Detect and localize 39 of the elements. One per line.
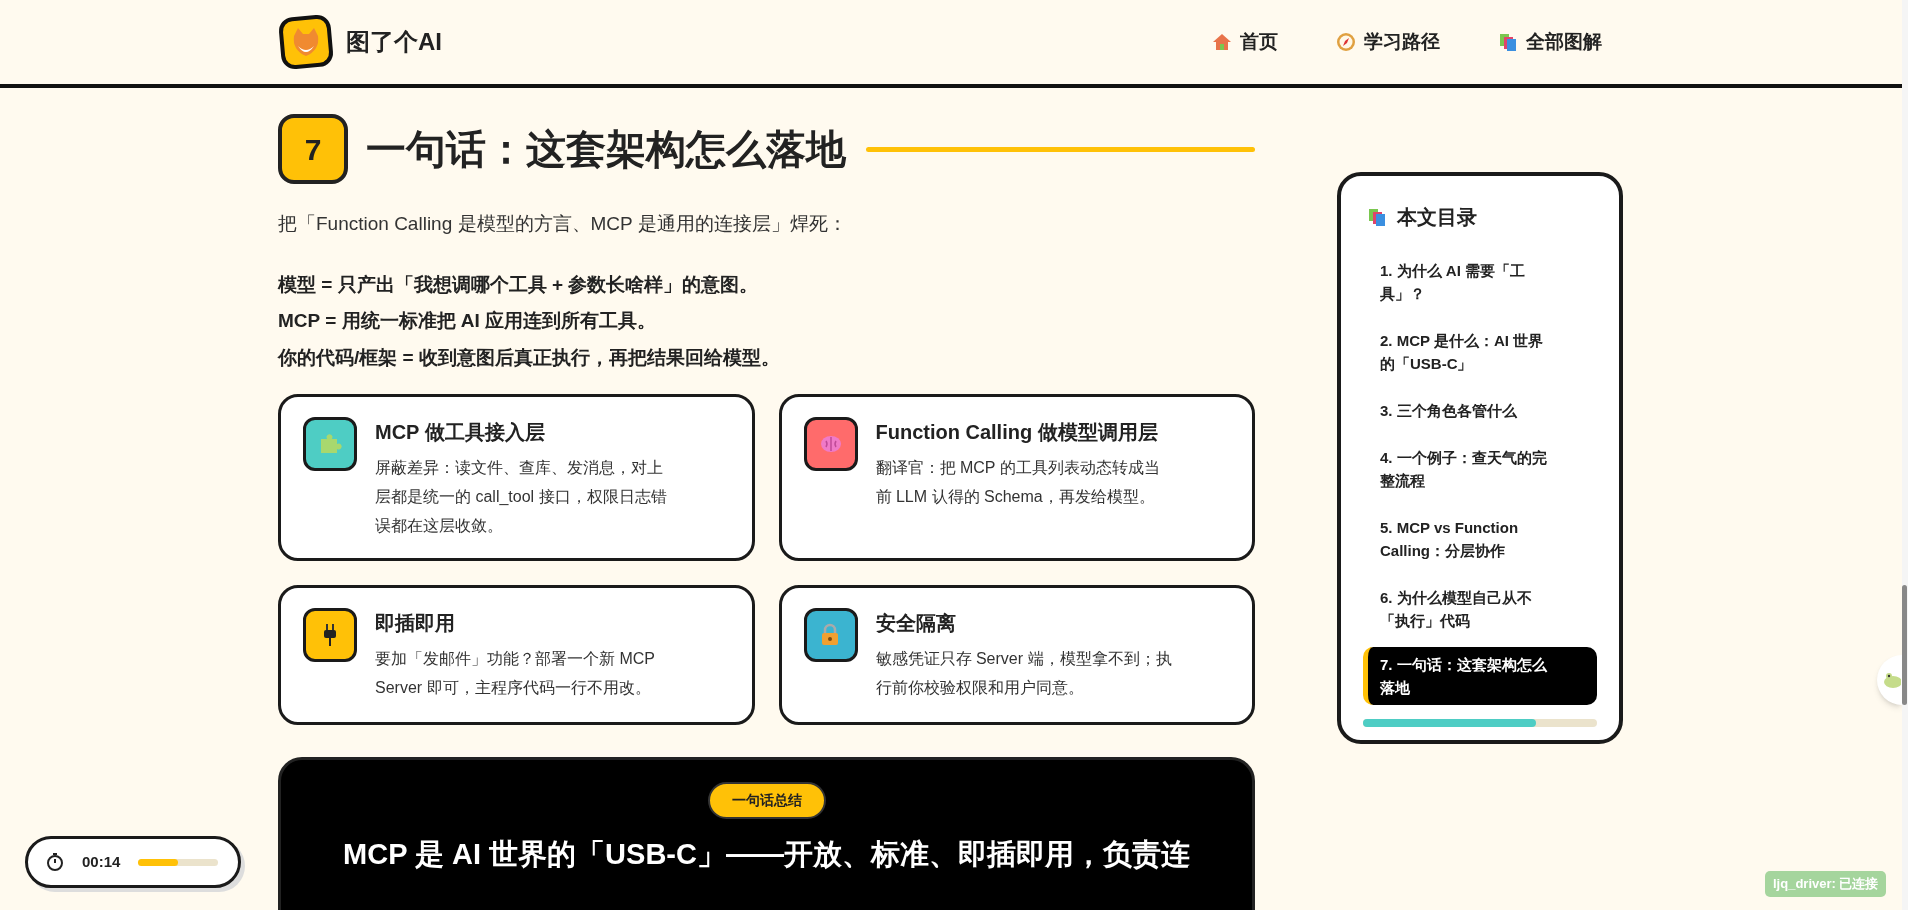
intro-text: 把「Function Calling 是模型的方言、MCP 是通用的连接层」焊死：	[278, 212, 848, 236]
nav-link[interactable]: 学习路径	[1336, 27, 1440, 57]
books-icon	[1367, 207, 1387, 227]
card-text: 敏感凭证只存 Server 端，模型拿不到；执行前你校验权限和用户同意。	[875, 649, 1173, 698]
key-point: MCP = 用统一标准把 AI 应用连到所有工具。	[278, 309, 658, 333]
timer-text: 00:14	[82, 851, 121, 872]
card-title: 即插即用	[375, 611, 456, 636]
compass-icon	[1336, 32, 1356, 52]
toc-link[interactable]: 4. 一个例子：查天气的完整流程	[1363, 437, 1597, 501]
toc-link[interactable]: 6. 为什么模型自己从不「执行」代码	[1363, 577, 1597, 641]
scrollbar-thumb[interactable]	[1902, 585, 1907, 705]
toc-link[interactable]: 1. 为什么 AI 需要「工具」？	[1363, 250, 1597, 314]
card-title: MCP 做工具接入层	[375, 420, 546, 445]
mascot-button[interactable]	[1877, 655, 1902, 705]
summary-text: MCP 是 AI 世界的「USB-C」——开放、标准、即插即用，负责连	[343, 837, 1190, 872]
toc-link[interactable]: 7. 一句话：这套架构怎么落地	[1363, 647, 1597, 705]
toc-link[interactable]: 3. 三个角色各管什么	[1363, 390, 1597, 431]
section-title: 一句话：这套架构怎么落地	[366, 126, 846, 173]
key-point: 模型 = 只产出「我想调哪个工具 + 参数长啥样」的意图。	[278, 272, 760, 297]
toc-link[interactable]: 5. MCP vs Function Calling：分层协作	[1363, 507, 1597, 571]
card-text: 翻译官：把 MCP 的工具列表动态转成当前 LLM 认得的 Schema，再发给模型。	[875, 458, 1161, 507]
toc-link[interactable]: 2. MCP 是什么：AI 世界的「USB-C」	[1363, 320, 1597, 384]
frog-icon	[1883, 672, 1901, 688]
nav-link[interactable]: 首页	[1212, 27, 1278, 57]
logo-icon	[278, 14, 334, 70]
toc-title: 本文目录	[1397, 205, 1477, 230]
card-text: 要加「发邮件」功能？部署一个新 MCP Server 即可，主程序代码一行不用改。	[375, 649, 656, 698]
card-title: 安全隔离	[875, 611, 957, 636]
section-number: 7	[278, 114, 348, 184]
card-title: Function Calling 做模型调用层	[875, 420, 1159, 445]
summary-badge: 一句话总结	[707, 782, 826, 819]
nav-link[interactable]: 全部图解	[1498, 27, 1602, 57]
card-text: 屏蔽差异：读文件、查库、发消息，对上层都是统一的 call_tool 接口，权限日志错误都在这层收敛。	[375, 458, 668, 536]
key-point: 你的代码/框架 = 收到意图后真正执行，再把结果回给模型。	[278, 345, 781, 370]
books-icon	[1498, 32, 1518, 52]
house-icon	[1212, 32, 1232, 52]
connection-toast: ljq_driver: 已连接	[1765, 871, 1887, 897]
site-title: 图了个AI	[346, 27, 442, 57]
stopwatch-icon	[46, 853, 64, 871]
